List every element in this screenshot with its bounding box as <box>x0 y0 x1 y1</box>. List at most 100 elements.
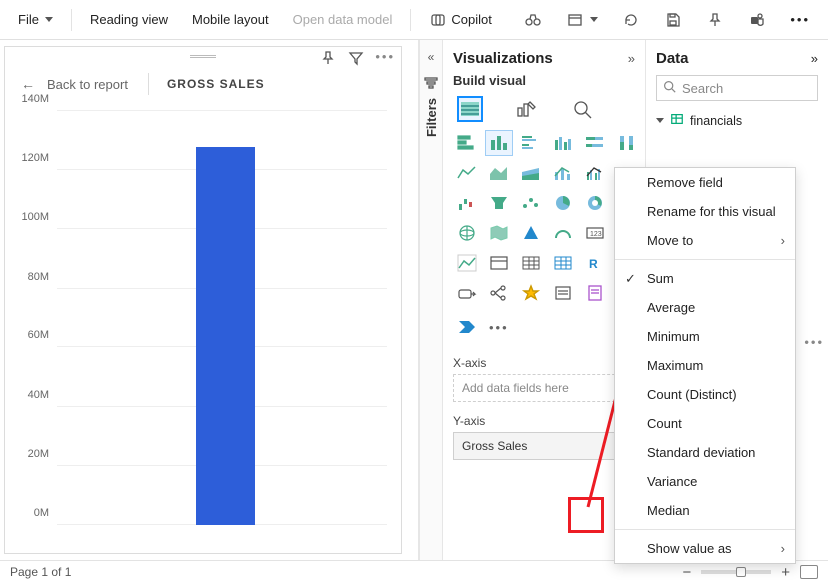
ellipsis-icon: ••• <box>790 12 810 27</box>
data-search-input[interactable]: Search <box>656 75 818 101</box>
viztype-power-automate[interactable] <box>453 314 481 340</box>
viztype-filled-map[interactable] <box>485 220 513 246</box>
filter-icon[interactable] <box>347 49 365 67</box>
table-name: financials <box>690 114 742 128</box>
viztype-qa[interactable] <box>517 280 545 306</box>
y-axis: 0M 20M 40M 60M 80M 100M 120M 140M <box>15 111 53 525</box>
viztype-matrix[interactable] <box>549 250 577 276</box>
ctx-sum[interactable]: Sum <box>615 264 795 293</box>
ctx-label: Standard deviation <box>647 445 755 460</box>
reading-view-button[interactable]: Reading view <box>80 6 178 33</box>
viztype-decomposition-tree[interactable] <box>485 280 513 306</box>
ctx-label: Count (Distinct) <box>647 387 737 402</box>
ctx-stddev[interactable]: Standard deviation <box>615 438 795 467</box>
ctx-show-value-as[interactable]: Show value as <box>615 534 795 563</box>
ctx-move-to[interactable]: Move to <box>615 226 795 255</box>
viztype-stacked-bar[interactable] <box>453 130 481 156</box>
viztype-smart-narrative[interactable] <box>549 280 577 306</box>
svg-text:R: R <box>589 257 598 271</box>
viztype-100-stacked-bar[interactable] <box>581 130 609 156</box>
back-to-report-link[interactable]: Back to report <box>47 77 128 92</box>
viztype-donut[interactable] <box>581 190 609 216</box>
open-data-model-label: Open data model <box>293 12 393 27</box>
ctx-rename[interactable]: Rename for this visual <box>615 197 795 226</box>
viztype-slicer[interactable] <box>485 250 513 276</box>
ctx-count[interactable]: Count <box>615 409 795 438</box>
bar[interactable] <box>196 147 255 525</box>
viztype-azure-map[interactable] <box>517 220 545 246</box>
ctx-median[interactable]: Median <box>615 496 795 525</box>
viztype-clustered-bar[interactable] <box>517 130 545 156</box>
copilot-button[interactable]: Copilot <box>419 5 501 35</box>
viztype-card[interactable]: 123 <box>581 220 609 246</box>
expand-right-icon[interactable]: » <box>811 51 818 66</box>
filters-pane-collapsed[interactable]: « Filters <box>419 40 443 560</box>
refresh-button[interactable] <box>612 5 650 35</box>
visual-card[interactable]: ••• ← Back to report GROSS SALES 0M 20M … <box>4 46 402 554</box>
y-tick: 140M <box>21 93 49 105</box>
pin-icon[interactable] <box>319 49 337 67</box>
format-visual-tab[interactable] <box>513 96 539 122</box>
y-tick: 120M <box>21 152 49 164</box>
collapse-left-icon[interactable]: « <box>428 50 435 64</box>
viztype-kpi[interactable] <box>453 250 481 276</box>
explore-button[interactable] <box>514 5 552 35</box>
zoom-slider[interactable] <box>701 570 771 574</box>
ctx-maximum[interactable]: Maximum <box>615 351 795 380</box>
yaxis-well[interactable]: Gross Sales <box>453 432 635 460</box>
ctx-minimum[interactable]: Minimum <box>615 322 795 351</box>
xaxis-well[interactable]: Add data fields here <box>453 374 635 402</box>
viztype-map[interactable] <box>453 220 481 246</box>
expand-right-icon[interactable]: » <box>628 51 635 66</box>
ctx-variance[interactable]: Variance <box>615 467 795 496</box>
y-tick: 0M <box>34 507 49 519</box>
separator <box>615 529 795 530</box>
viztype-clustered-column[interactable] <box>549 130 577 156</box>
viztype-area[interactable] <box>485 160 513 186</box>
viztype-pie[interactable] <box>549 190 577 216</box>
viztype-scatter[interactable] <box>517 190 545 216</box>
ctx-label: Median <box>647 503 690 518</box>
teams-button[interactable] <box>738 5 776 35</box>
ctx-average[interactable]: Average <box>615 293 795 322</box>
viztype-line-clustered-column[interactable] <box>581 160 609 186</box>
chevron-down-icon <box>45 17 53 22</box>
build-visual-tab[interactable] <box>457 96 483 122</box>
file-menu[interactable]: File <box>8 6 63 33</box>
grip-icon[interactable] <box>190 55 216 58</box>
card-top: ••• <box>5 47 401 65</box>
more-visuals-button[interactable]: ••• <box>489 320 509 335</box>
table-row[interactable]: financials <box>656 109 818 132</box>
viztype-paginated-report[interactable] <box>581 280 609 306</box>
save-button[interactable] <box>654 5 692 35</box>
viztype-r-visual[interactable]: R <box>581 250 609 276</box>
search-icon <box>663 80 676 96</box>
y-tick: 40M <box>28 389 49 401</box>
viztype-table[interactable] <box>517 250 545 276</box>
analytics-tab[interactable] <box>569 96 595 122</box>
zoom-out-button[interactable]: − <box>682 564 691 581</box>
mobile-layout-button[interactable]: Mobile layout <box>182 6 279 33</box>
viztype-stacked-column[interactable] <box>485 130 513 156</box>
viz-subheader: Build visual <box>443 71 645 96</box>
xaxis-placeholder: Add data fields here <box>462 381 569 395</box>
zoom-in-button[interactable]: + <box>781 564 790 581</box>
pin-button[interactable] <box>696 5 734 35</box>
viztype-waterfall[interactable] <box>453 190 481 216</box>
ellipsis-icon[interactable]: ••• <box>804 335 824 350</box>
ellipsis-icon[interactable]: ••• <box>375 49 395 67</box>
viztype-key-influencers[interactable] <box>453 280 481 306</box>
back-arrow-icon[interactable]: ← <box>21 76 35 92</box>
viztype-100-stacked-column[interactable] <box>613 130 641 156</box>
viztype-line-stacked-column[interactable] <box>549 160 577 186</box>
more-button[interactable]: ••• <box>780 6 820 33</box>
fit-to-page-button[interactable] <box>800 565 818 579</box>
ctx-remove-field[interactable]: Remove field <box>615 168 795 197</box>
viztype-funnel[interactable] <box>485 190 513 216</box>
viztype-stacked-area[interactable] <box>517 160 545 186</box>
viztype-line[interactable] <box>453 160 481 186</box>
document-dropdown[interactable] <box>556 5 608 35</box>
ctx-count-distinct[interactable]: Count (Distinct) <box>615 380 795 409</box>
ctx-label: Count <box>647 416 682 431</box>
viztype-gauge[interactable] <box>549 220 577 246</box>
